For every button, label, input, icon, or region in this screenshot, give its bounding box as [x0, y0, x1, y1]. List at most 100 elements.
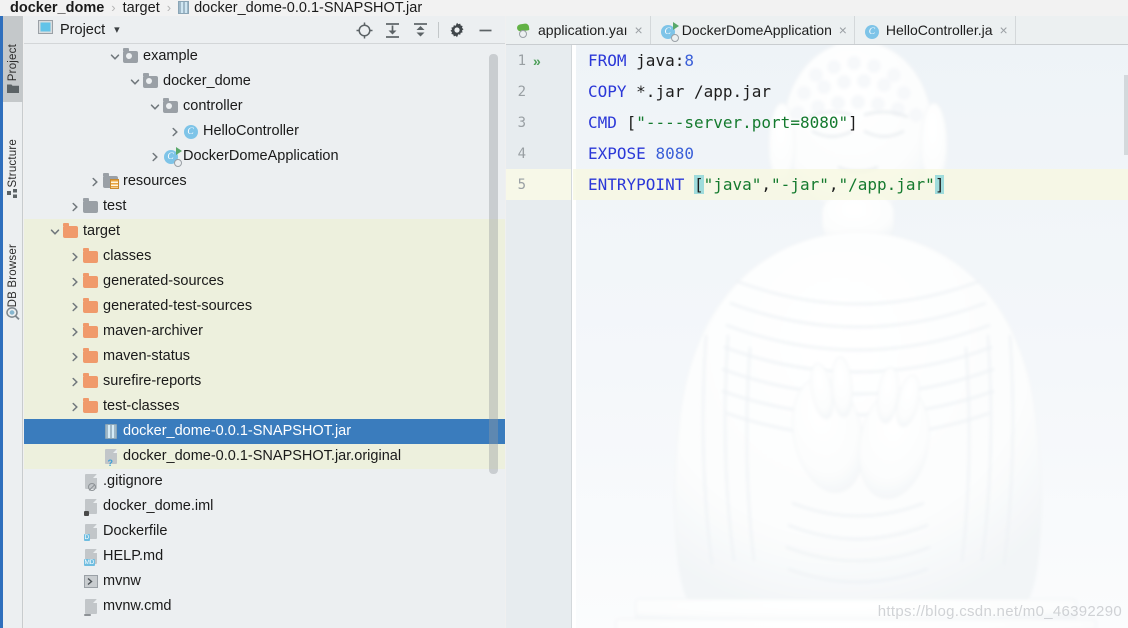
expand-all-icon[interactable] [378, 17, 406, 43]
chevron-down-icon[interactable] [148, 94, 162, 119]
editor-vertical-scrollbar[interactable] [1124, 75, 1128, 155]
breadcrumb-item[interactable]: docker_dome-0.0.1-SNAPSHOT.jar [178, 0, 422, 16]
tree-row[interactable]: .gitignore [24, 469, 505, 494]
tree-row[interactable]: generated-test-sources [24, 294, 505, 319]
code-token: 8080 [655, 144, 694, 163]
sidebar-item-structure[interactable]: Structure [3, 112, 23, 208]
breadcrumb-item[interactable]: target [123, 0, 160, 16]
tree-row[interactable]: mvnw [24, 569, 505, 594]
tree-row[interactable]: docker_dome.iml [24, 494, 505, 519]
editor-gutter[interactable]: 1» 2 3 4 5 [506, 45, 572, 628]
tree-row[interactable]: D Dockerfile [24, 519, 505, 544]
tree-item-label: docker_dome.iml [103, 498, 214, 514]
chevron-down-icon[interactable] [108, 44, 122, 69]
chevron-right-icon[interactable] [68, 244, 82, 269]
line-number: 2 [517, 83, 526, 100]
tree-row[interactable]: surefire-reports [24, 369, 505, 394]
tree-vertical-scrollbar[interactable] [489, 54, 498, 474]
chevron-right-icon[interactable] [68, 394, 82, 419]
chevron-down-icon[interactable]: ▾ [114, 23, 120, 36]
chevron-right-icon[interactable] [148, 144, 162, 169]
chevron-down-icon[interactable] [128, 69, 142, 94]
line-number: 4 [517, 145, 526, 162]
tree-row[interactable]: controller [24, 94, 505, 119]
chevron-right-icon[interactable] [68, 369, 82, 394]
excluded-folder-icon [82, 244, 99, 269]
code-content[interactable]: FROM java:8 COPY *.jar /app.jar CMD ["----… [573, 45, 1128, 628]
tree-row[interactable]: MD HELP.md [24, 544, 505, 569]
tree-row[interactable]: example [24, 44, 505, 69]
tree-row[interactable]: C HelloController [24, 119, 505, 144]
tree-row[interactable]: classes [24, 244, 505, 269]
code-editor[interactable]: 1» 2 3 4 5 FROM java:8 COPY *.jar /app.jar CMD… [506, 45, 1128, 628]
tree-arrow-placeholder [88, 444, 102, 469]
close-icon[interactable]: × [635, 23, 643, 37]
sidebar-item-db-browser[interactable]: DB Browser [3, 216, 23, 328]
gutter-line[interactable]: 4 [506, 138, 571, 169]
project-panel-title-group[interactable]: Project ▾ [24, 20, 120, 39]
sidebar-item-favorites[interactable]: tes [3, 608, 23, 628]
close-icon[interactable]: × [839, 23, 847, 37]
code-token: ] [934, 175, 945, 194]
locate-icon[interactable] [350, 17, 378, 43]
collapse-all-icon[interactable] [406, 17, 434, 43]
tree-row[interactable]: ? docker_dome-0.0.1-SNAPSHOT.jar.original [24, 444, 505, 469]
project-tree-scroll-area[interactable]: example docker_dome controller C HelloContro… [24, 44, 505, 628]
excluded-folder-icon [82, 394, 99, 419]
code-line[interactable]: CMD ["----server.port=8080"] [573, 107, 1128, 138]
gutter-line[interactable]: 1» [506, 45, 571, 76]
sidebar-item-project[interactable]: Project [3, 16, 23, 102]
breadcrumb-item[interactable]: docker_dome [10, 0, 104, 16]
tree-row[interactable]: generated-sources [24, 269, 505, 294]
excluded-folder-icon [82, 344, 99, 369]
chevron-down-icon[interactable] [48, 219, 62, 244]
code-line[interactable]: ENTRYPOINT ["java", "-jar", "/app.jar"] [573, 169, 1128, 200]
code-line[interactable]: COPY *.jar /app.jar [573, 76, 1128, 107]
tree-row[interactable]: test [24, 194, 505, 219]
excluded-folder-icon [82, 294, 99, 319]
chevron-right-icon[interactable] [68, 344, 82, 369]
code-line[interactable]: FROM java:8 [573, 45, 1128, 76]
tree-row[interactable]: mvnw.cmd [24, 594, 505, 619]
tree-item-label: .gitignore [103, 473, 163, 489]
editor-tab[interactable]: C DockerDomeApplication.j × [651, 16, 855, 44]
close-icon[interactable]: × [1000, 23, 1008, 37]
chevron-right-icon[interactable] [68, 269, 82, 294]
chevron-right-icon[interactable] [68, 294, 82, 319]
package-folder-icon [142, 69, 159, 94]
code-token: "java" [703, 175, 762, 194]
editor-area: application.yaı × C DockerDomeApplication.j… [506, 16, 1128, 628]
editor-tab[interactable]: C HelloController.ja × [855, 16, 1016, 44]
tree-row[interactable]: resources [24, 169, 505, 194]
chevron-right-icon[interactable] [88, 169, 102, 194]
gutter-line[interactable]: 5 [506, 169, 571, 200]
tree-row[interactable]: maven-archiver [24, 319, 505, 344]
chevron-right-icon[interactable] [168, 119, 182, 144]
breadcrumb-separator: › [166, 0, 172, 15]
code-token: ] [848, 113, 858, 132]
tree-row[interactable]: target [24, 219, 505, 244]
gutter-line[interactable]: 3 [506, 107, 571, 138]
settings-gear-icon[interactable] [443, 17, 471, 43]
code-line[interactable]: EXPOSE 8080 [573, 138, 1128, 169]
tree-row[interactable]: C DockerDomeApplication [24, 144, 505, 169]
chevron-right-icon[interactable] [68, 194, 82, 219]
tree-row[interactable]: maven-status [24, 344, 505, 369]
run-configuration-icon[interactable]: » [533, 53, 541, 69]
tree-row[interactable]: docker_dome-0.0.1-SNAPSHOT.jar [24, 419, 505, 444]
editor-tab[interactable]: application.yaı × [506, 16, 651, 44]
chevron-right-icon[interactable] [68, 319, 82, 344]
project-panel-header: Project ▾ [24, 16, 505, 44]
code-token: [ [693, 175, 704, 194]
tree-item-label: generated-sources [103, 273, 224, 289]
hide-panel-icon[interactable] [471, 17, 499, 43]
gutter-line[interactable]: 2 [506, 76, 571, 107]
tree-row[interactable]: docker_dome [24, 69, 505, 94]
tree-row[interactable]: test-classes [24, 394, 505, 419]
